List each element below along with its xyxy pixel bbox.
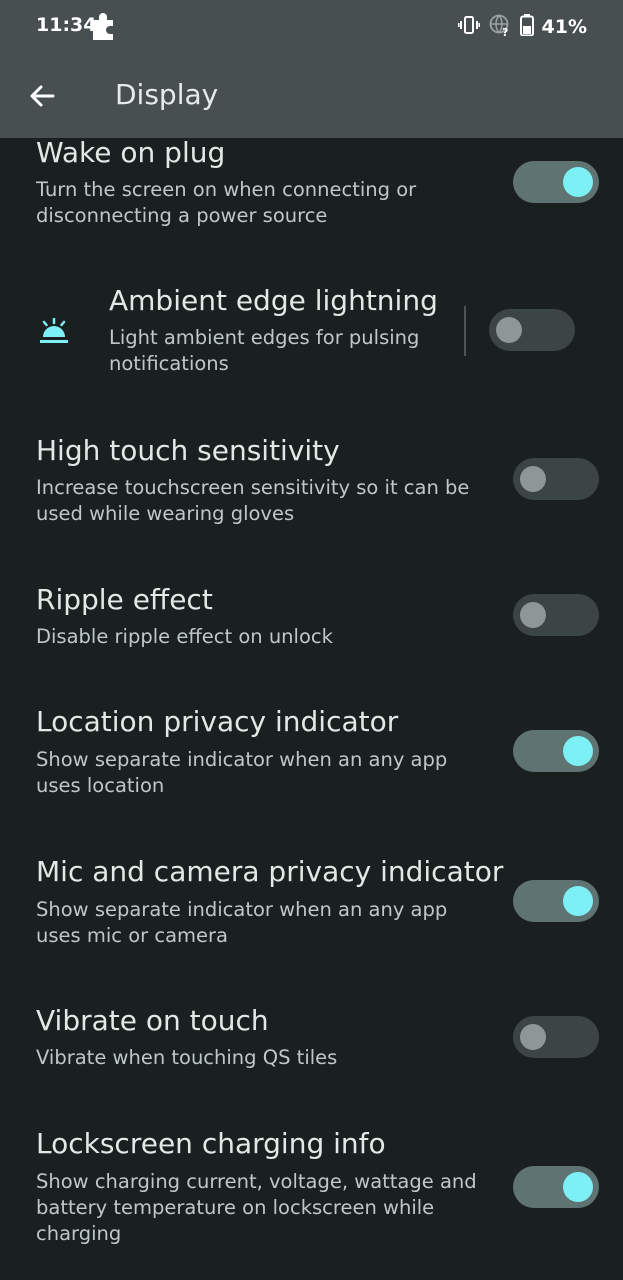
lockscreen-charging-info-toggle[interactable] xyxy=(513,1166,599,1208)
back-button[interactable] xyxy=(24,78,60,114)
toggle-thumb xyxy=(520,1024,546,1050)
setting-summary: Vibrate when touching QS tiles xyxy=(36,1046,338,1069)
settings-list: Wake on plug Turn the screen on when con… xyxy=(0,138,623,1280)
setting-title: Lockscreen charging info xyxy=(36,1127,386,1160)
back-arrow-icon xyxy=(30,85,55,107)
battery-icon xyxy=(519,14,534,40)
setting-summary: Disable ripple effect on unlock xyxy=(36,625,333,648)
setting-wake-on-plug[interactable]: Wake on plug Turn the screen on when con… xyxy=(0,138,623,256)
vibrate-icon xyxy=(457,14,481,40)
toggle-thumb xyxy=(563,736,593,766)
location-privacy-indicator-toggle[interactable] xyxy=(513,730,599,772)
setting-vibrate-on-touch[interactable]: Vibrate on touch Vibrate when touching Q… xyxy=(0,998,623,1092)
page-title: Display xyxy=(115,78,219,111)
vibrate-on-touch-toggle[interactable] xyxy=(513,1016,599,1058)
setting-title: Ripple effect xyxy=(36,583,213,616)
divider xyxy=(464,306,466,356)
setting-title: Mic and camera privacy indicator xyxy=(36,855,504,888)
toggle-thumb xyxy=(520,466,546,492)
setting-title: Wake on plug xyxy=(36,138,226,169)
toggle-thumb xyxy=(563,886,593,916)
status-time: 11:34 xyxy=(36,14,97,36)
high-touch-sensitivity-toggle[interactable] xyxy=(513,458,599,500)
wake-on-plug-toggle[interactable] xyxy=(513,161,599,203)
toggle-thumb xyxy=(496,317,522,343)
setting-lockscreen-charging-info[interactable]: Lockscreen charging info Show charging c… xyxy=(0,1120,623,1270)
setting-ambient-edge-lightning[interactable]: Ambient edge lightning Light ambient edg… xyxy=(0,278,623,390)
svg-text:?: ? xyxy=(502,26,508,37)
setting-summary: Light ambient edges for pulsing notifica… xyxy=(109,326,420,375)
ambient-edge-lightning-toggle[interactable] xyxy=(489,309,575,351)
toggle-thumb xyxy=(563,1172,593,1202)
setting-location-privacy-indicator[interactable]: Location privacy indicator Show separate… xyxy=(0,698,623,818)
app-bar: Display xyxy=(0,56,623,138)
battery-percent: 41% xyxy=(541,16,587,38)
ripple-effect-toggle[interactable] xyxy=(513,594,599,636)
setting-title: Vibrate on touch xyxy=(36,1004,269,1037)
setting-high-touch-sensitivity[interactable]: High touch sensitivity Increase touchscr… xyxy=(0,426,623,546)
setting-summary: Turn the screen on when connecting or di… xyxy=(36,178,417,227)
setting-summary: Show separate indicator when an any app … xyxy=(36,898,448,947)
setting-ripple-effect[interactable]: Ripple effect Disable ripple effect on u… xyxy=(0,576,623,670)
sunrise-icon xyxy=(38,317,70,350)
status-bar: 11:34 ? 41% xyxy=(0,0,623,56)
mic-camera-privacy-indicator-toggle[interactable] xyxy=(513,880,599,922)
setting-title: Location privacy indicator xyxy=(36,705,399,738)
toggle-thumb xyxy=(563,167,593,197)
setting-summary: Show charging current, voltage, wattage … xyxy=(36,1170,477,1245)
puzzle-icon xyxy=(90,12,116,46)
setting-summary: Increase touchscreen sensitivity so it c… xyxy=(36,476,470,525)
globe-question-icon: ? xyxy=(488,13,512,41)
setting-title: High touch sensitivity xyxy=(36,434,340,467)
toggle-thumb xyxy=(520,602,546,628)
setting-summary: Show separate indicator when an any app … xyxy=(36,748,448,797)
setting-title: Ambient edge lightning xyxy=(109,284,438,317)
setting-mic-camera-privacy-indicator[interactable]: Mic and camera privacy indicator Show se… xyxy=(0,848,623,968)
